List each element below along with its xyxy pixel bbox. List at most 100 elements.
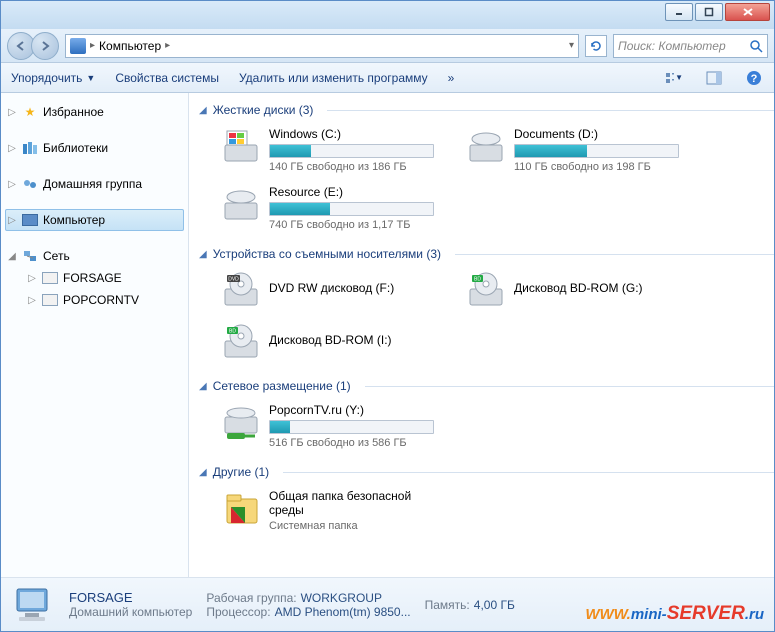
group-label: Жесткие диски (3) — [213, 103, 314, 117]
chevron-down-icon[interactable]: ▾ — [569, 40, 574, 51]
svg-text:BD: BD — [474, 277, 481, 283]
drive-space: 110 ГБ свободно из 198 ГБ — [514, 161, 679, 173]
overflow-menu[interactable]: » — [448, 71, 455, 85]
bd-drive-icon: BD — [221, 323, 261, 363]
homegroup-icon — [21, 176, 39, 192]
view-options-button[interactable]: ▼ — [664, 68, 684, 88]
drive-name: Дисковод BD-ROM (G:) — [514, 281, 679, 295]
sidebar-computer[interactable]: ▷ Компьютер — [5, 209, 184, 231]
svg-text:?: ? — [751, 73, 758, 85]
computer-icon — [11, 585, 55, 625]
command-bar: Упорядочить ▼ Свойства системы Удалить и… — [1, 63, 774, 93]
collapse-icon[interactable]: ◢ — [7, 251, 17, 262]
close-button[interactable] — [725, 3, 770, 21]
drive-item[interactable]: Windows (C:) 140 ГБ свободно из 186 ГБ — [193, 125, 438, 183]
security-folder-icon — [221, 489, 261, 529]
watermark: WWW.mini-SERVER.ru — [585, 603, 764, 625]
drive-item[interactable]: Resource (E:) 740 ГБ свободно из 1,17 ТБ — [193, 183, 438, 241]
expand-icon[interactable]: ▷ — [7, 179, 17, 190]
search-icon — [749, 39, 763, 53]
body: ▷ ★ Избранное ▷ Библиотеки ▷ Домашняя гр… — [1, 93, 774, 577]
group-header-netloc[interactable]: ◢ Сетевое размещение (1) — [199, 379, 774, 393]
drive-item[interactable]: Documents (D:) 110 ГБ свободно из 198 ГБ — [438, 125, 683, 183]
expand-icon[interactable]: ▷ — [27, 295, 37, 306]
bd-drive-icon: BD — [466, 271, 506, 311]
address-bar[interactable]: ▸ Компьютер ▸ ▾ — [65, 34, 579, 58]
nav-bar: ▸ Компьютер ▸ ▾ Поиск: Компьютер — [1, 29, 774, 63]
sidebar-label: Компьютер — [43, 213, 105, 227]
computer-icon — [70, 38, 86, 54]
chevron-right-icon: ▸ — [90, 40, 95, 51]
drive-item[interactable]: BD Дисковод BD-ROM (G:) — [438, 269, 683, 321]
sidebar-network[interactable]: ◢ Сеть — [5, 245, 184, 267]
group-label: Устройства со съемными носителями (3) — [213, 247, 441, 261]
libraries-icon — [21, 140, 39, 156]
drive-item[interactable]: PopcornTV.ru (Y:) 516 ГБ свободно из 586… — [193, 401, 438, 459]
chevron-down-icon: ▼ — [86, 73, 95, 83]
organize-menu[interactable]: Упорядочить ▼ — [11, 71, 95, 85]
status-memory-label: Память: — [425, 598, 470, 612]
space-bar — [269, 202, 434, 216]
drive-name: Resource (E:) — [269, 185, 434, 199]
status-cpu-label: Процессор: — [206, 605, 270, 619]
refresh-button[interactable] — [585, 35, 607, 57]
search-placeholder: Поиск: Компьютер — [618, 39, 726, 53]
drive-name: Дисковод BD-ROM (I:) — [269, 333, 434, 347]
group-label: Сетевое размещение (1) — [213, 379, 351, 393]
collapse-icon[interactable]: ◢ — [199, 381, 207, 392]
sidebar-label: Избранное — [43, 105, 104, 119]
drive-icon — [221, 185, 261, 225]
sidebar-favorites[interactable]: ▷ ★ Избранное — [5, 101, 184, 123]
star-icon: ★ — [21, 104, 39, 120]
forward-button[interactable] — [31, 32, 59, 60]
space-bar — [269, 144, 434, 158]
drive-icon — [466, 127, 506, 167]
chevron-right-icon: ▸ — [165, 40, 170, 51]
collapse-icon[interactable]: ◢ — [199, 467, 207, 478]
sidebar-homegroup[interactable]: ▷ Домашняя группа — [5, 173, 184, 195]
sidebar-libraries[interactable]: ▷ Библиотеки — [5, 137, 184, 159]
drive-item[interactable]: DVD DVD RW дисковод (F:) — [193, 269, 438, 321]
network-icon — [21, 248, 39, 264]
expand-icon[interactable]: ▷ — [7, 143, 17, 154]
search-input[interactable]: Поиск: Компьютер — [613, 34, 768, 58]
expand-icon[interactable]: ▷ — [7, 107, 17, 118]
status-memory-value: 4,00 ГБ — [474, 598, 515, 612]
organize-label: Упорядочить — [11, 71, 82, 85]
svg-text:BD: BD — [229, 329, 236, 335]
minimize-button[interactable] — [665, 3, 693, 21]
drive-name: Windows (C:) — [269, 127, 434, 141]
sidebar-label: FORSAGE — [63, 271, 122, 285]
content-pane: ◢ Жесткие диски (3) Windows (C:) 140 ГБ … — [189, 93, 774, 577]
details-pane: FORSAGE Домашний компьютер Рабочая групп… — [1, 577, 774, 631]
address-segment[interactable]: Компьютер — [99, 39, 161, 53]
group-header-other[interactable]: ◢ Другие (1) — [199, 465, 774, 479]
sidebar-label: POPCORNTV — [63, 293, 139, 307]
status-cpu-value: AMD Phenom(tm) 9850... — [275, 605, 411, 619]
expand-icon[interactable]: ▷ — [27, 273, 37, 284]
sidebar-label: Сеть — [43, 249, 70, 263]
expand-icon[interactable]: ▷ — [7, 215, 17, 226]
space-bar — [269, 420, 434, 434]
collapse-icon[interactable]: ◢ — [199, 105, 207, 116]
help-button[interactable]: ? — [744, 68, 764, 88]
folder-item[interactable]: Общая папка безопасной среды Системная п… — [193, 487, 438, 542]
drive-name: PopcornTV.ru (Y:) — [269, 403, 434, 417]
chevron-down-icon: ▼ — [675, 73, 683, 82]
sidebar-network-node[interactable]: ▷ FORSAGE — [25, 267, 184, 289]
drive-name: Documents (D:) — [514, 127, 679, 141]
sidebar-network-node[interactable]: ▷ POPCORNTV — [25, 289, 184, 311]
computer-icon — [21, 212, 39, 228]
system-properties-button[interactable]: Свойства системы — [115, 71, 219, 85]
maximize-button[interactable] — [695, 3, 723, 21]
status-workgroup-label: Рабочая группа: — [206, 591, 296, 605]
space-bar — [514, 144, 679, 158]
group-header-removable[interactable]: ◢ Устройства со съемными носителями (3) — [199, 247, 774, 261]
preview-pane-button[interactable] — [704, 68, 724, 88]
sidebar-label: Библиотеки — [43, 141, 108, 155]
svg-text:DVD: DVD — [228, 277, 239, 283]
uninstall-programs-button[interactable]: Удалить или изменить программу — [239, 71, 428, 85]
group-header-hdd[interactable]: ◢ Жесткие диски (3) — [199, 103, 774, 117]
collapse-icon[interactable]: ◢ — [199, 249, 207, 260]
drive-item[interactable]: BD Дисковод BD-ROM (I:) — [193, 321, 438, 373]
